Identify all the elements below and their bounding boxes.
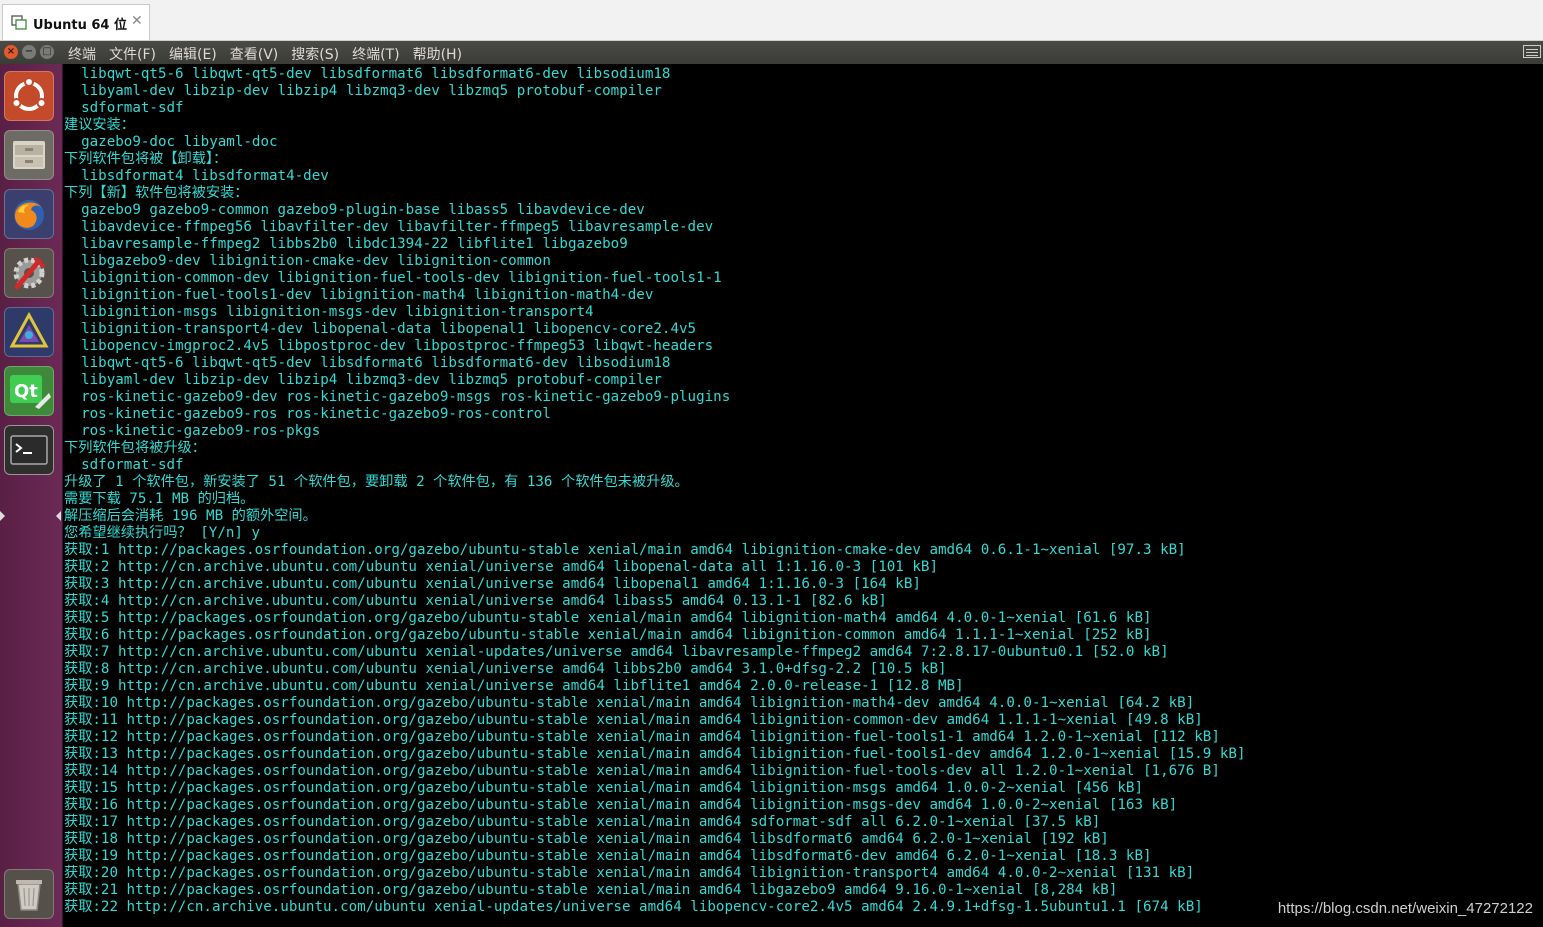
terminal-line: 解压缩后会消耗 196 MB 的额外空间。	[64, 508, 317, 524]
firefox-icon[interactable]	[4, 189, 54, 239]
terminal-line: sdformat-sdf	[64, 100, 184, 116]
terminal-line: libgazebo9-dev libignition-cmake-dev lib…	[64, 253, 551, 269]
terminal-line: 获取:13 http://packages.osrfoundation.org/…	[64, 746, 1246, 762]
qt-creator-icon[interactable]: Qt	[4, 366, 54, 416]
terminal-output[interactable]: libqwt-qt5-6 libqwt-qt5-dev libsdformat6…	[63, 64, 1543, 927]
terminal-line: libyaml-dev libzip-dev libzip4 libzmq3-d…	[64, 372, 662, 388]
terminal-line: ros-kinetic-gazebo9-ros ros-kinetic-gaze…	[64, 406, 551, 422]
terminal-line: 获取:2 http://cn.archive.ubuntu.com/ubuntu…	[64, 559, 938, 575]
vm-tab-title: Ubuntu 64 位	[33, 18, 127, 33]
vm-tab[interactable]: Ubuntu 64 位 ✕	[2, 4, 150, 40]
watermark: https://blog.csdn.net/weixin_47272122	[1277, 900, 1533, 917]
running-app-pip	[0, 511, 5, 521]
terminal-line: libqwt-qt5-6 libqwt-qt5-dev libsdformat6…	[64, 66, 671, 82]
vm-icon	[11, 15, 27, 30]
files-icon[interactable]	[4, 130, 54, 180]
terminal-line: 下列软件包将被【卸载】：	[64, 151, 228, 167]
terminal-line: 获取:8 http://cn.archive.ubuntu.com/ubuntu…	[64, 661, 947, 677]
terminal-line: 获取:11 http://packages.osrfoundation.org/…	[64, 712, 1203, 728]
menu-items: 终端 文件(F) 编辑(E) 查看(V) 搜索(S) 终端(T) 帮助(H)	[68, 44, 475, 64]
terminal-line: 获取:17 http://packages.osrfoundation.org/…	[64, 814, 1101, 830]
vm-tab-strip: Ubuntu 64 位 ✕	[0, 0, 1543, 41]
active-window-arrow	[56, 511, 61, 521]
terminal-line: 获取:10 http://packages.osrfoundation.org/…	[64, 695, 1195, 711]
terminal-line: ros-kinetic-gazebo9-ros-pkgs	[64, 423, 321, 439]
terminal-line: 升级了 1 个软件包，新安装了 51 个软件包，要卸载 2 个软件包，有 136…	[64, 474, 689, 490]
trash-icon[interactable]	[4, 869, 54, 919]
menu-file[interactable]: 文件(F)	[109, 47, 156, 63]
menu-app-name[interactable]: 终端	[68, 47, 96, 63]
terminal-lines: libqwt-qt5-6 libqwt-qt5-dev libsdformat6…	[64, 66, 1246, 916]
terminal-line: 下列软件包将被升级：	[64, 440, 206, 456]
terminal-line: 获取:5 http://packages.osrfoundation.org/g…	[64, 610, 1152, 626]
terminal-line: libignition-msgs libignition-msgs-dev li…	[64, 304, 594, 320]
menu-help[interactable]: 帮助(H)	[413, 47, 462, 63]
terminal-line: 获取:4 http://cn.archive.ubuntu.com/ubuntu…	[64, 593, 887, 609]
terminal-line: gazebo9 gazebo9-common gazebo9-plugin-ba…	[64, 202, 645, 218]
terminal-line: 获取:1 http://packages.osrfoundation.org/g…	[64, 542, 1186, 558]
terminal-line: 获取:9 http://cn.archive.ubuntu.com/ubuntu…	[64, 678, 964, 694]
menu-edit[interactable]: 编辑(E)	[169, 47, 217, 63]
terminal-line: 建议安装：	[64, 117, 135, 133]
terminal-line: 您希望继续执行吗？ [Y/n] y	[64, 525, 261, 541]
terminal-line: 获取:20 http://packages.osrfoundation.org/…	[64, 865, 1195, 881]
window-close-icon[interactable]: ×	[4, 45, 18, 59]
terminal-line: 获取:22 http://cn.archive.ubuntu.com/ubunt…	[64, 899, 1203, 915]
terminal-line: libavresample-ffmpeg2 libbs2b0 libdc1394…	[64, 236, 628, 252]
terminal-line: 需要下载 75.1 MB 的归档。	[64, 491, 255, 507]
terminal-icon[interactable]	[4, 425, 54, 475]
system-settings-icon[interactable]	[4, 248, 54, 298]
terminal-line: 获取:15 http://packages.osrfoundation.org/…	[64, 780, 1143, 796]
terminal-line: ros-kinetic-gazebo9-dev ros-kinetic-gaze…	[64, 389, 731, 405]
menu-search[interactable]: 搜索(S)	[291, 47, 339, 63]
window-maximize-icon[interactable]: □	[40, 45, 54, 59]
keyboard-indicator-icon[interactable]	[1523, 45, 1541, 58]
terminal-line: libsdformat4 libsdformat4-dev	[64, 168, 329, 184]
terminal-line: 获取:14 http://packages.osrfoundation.org/…	[64, 763, 1220, 779]
terminal-line: 下列【新】软件包将被安装：	[64, 185, 249, 201]
terminal-line: libyaml-dev libzip-dev libzip4 libzmq3-d…	[64, 83, 662, 99]
terminal-line: 获取:16 http://packages.osrfoundation.org/…	[64, 797, 1178, 813]
terminal-line: gazebo9-doc libyaml-doc	[64, 134, 278, 150]
terminal-line: 获取:18 http://packages.osrfoundation.org/…	[64, 831, 1109, 847]
terminal-line: libignition-common-dev libignition-fuel-…	[64, 270, 722, 286]
terminal-line: libignition-fuel-tools1-dev libignition-…	[64, 287, 654, 303]
menu-view[interactable]: 查看(V)	[230, 47, 279, 63]
terminal-line: libignition-transport4-dev libopenal-dat…	[64, 321, 697, 337]
terminal-line: 获取:21 http://packages.osrfoundation.org/…	[64, 882, 1118, 898]
terminal-line: libqwt-qt5-6 libqwt-qt5-dev libsdformat6…	[64, 355, 671, 371]
terminal-line: 获取:7 http://cn.archive.ubuntu.com/ubuntu…	[64, 644, 1169, 660]
unity-launcher: Qt	[0, 64, 63, 927]
terminal-line: sdformat-sdf	[64, 457, 184, 473]
terminal-line: 获取:12 http://packages.osrfoundation.org/…	[64, 729, 1220, 745]
terminal-menubar: × − □ 终端 文件(F) 编辑(E) 查看(V) 搜索(S) 终端(T) 帮助(H)	[0, 41, 1543, 64]
terminal-line: libavdevice-ffmpeg56 libavfilter-dev lib…	[64, 219, 714, 235]
vm-tab-close-icon[interactable]: ✕	[131, 13, 143, 29]
svg-text:Qt: Qt	[14, 381, 38, 402]
terminal-line: 获取:3 http://cn.archive.ubuntu.com/ubuntu…	[64, 576, 921, 592]
rviz-icon[interactable]	[4, 307, 54, 357]
terminal-line: 获取:6 http://packages.osrfoundation.org/g…	[64, 627, 1152, 643]
ubuntu-dash-icon[interactable]	[4, 71, 54, 121]
terminal-line: 获取:19 http://packages.osrfoundation.org/…	[64, 848, 1152, 864]
terminal-line: libopencv-imgproc2.4v5 libpostproc-dev l…	[64, 338, 714, 354]
menu-terminal[interactable]: 终端(T)	[352, 47, 399, 63]
window-minimize-icon[interactable]: −	[22, 45, 36, 59]
